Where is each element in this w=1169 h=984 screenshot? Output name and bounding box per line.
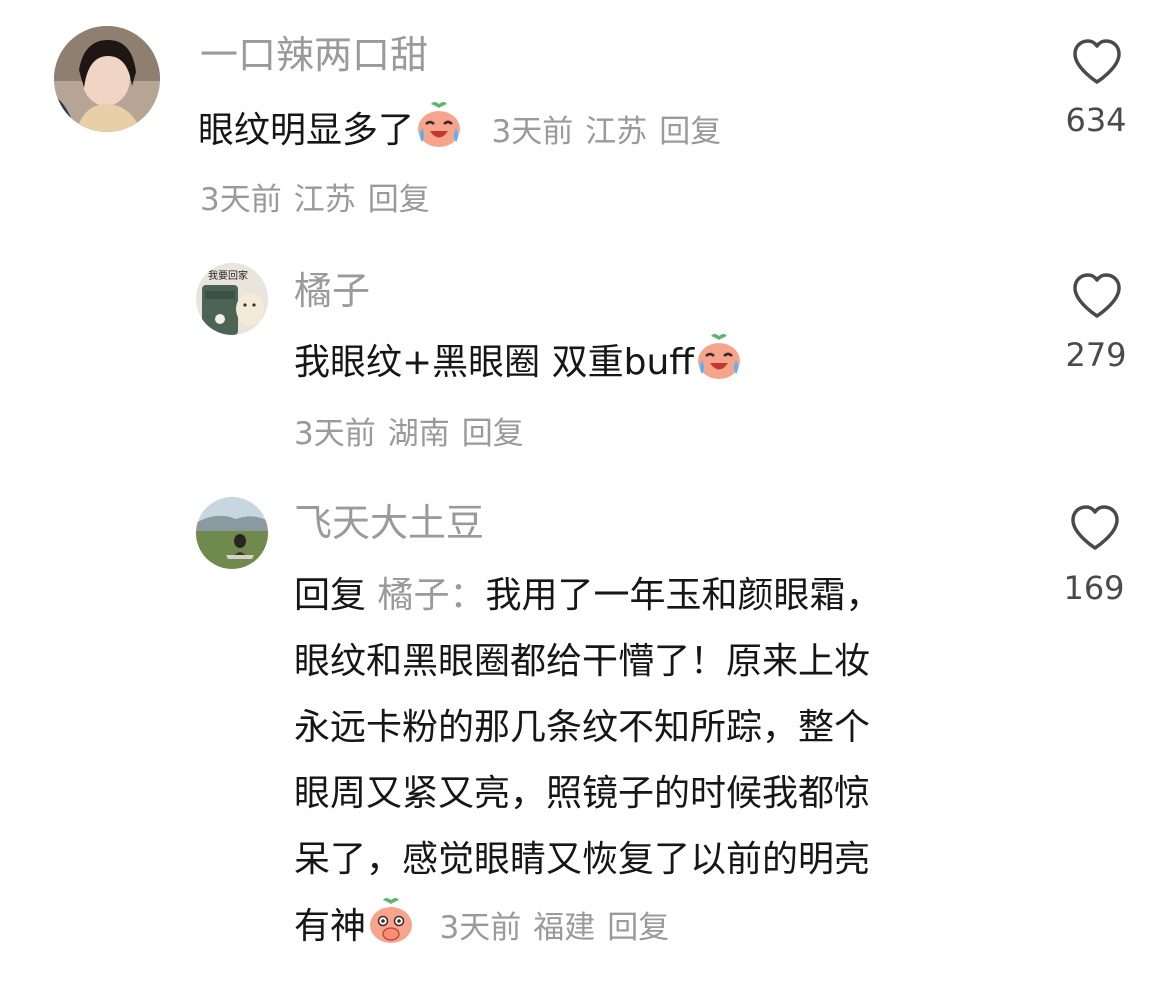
comment-text-line: 永远卡粉的那几条纹不知所踪，整个 (294, 707, 871, 748)
comment-text: 眼纹明显多了 (198, 110, 415, 151)
location: 湖南 (387, 416, 450, 452)
username[interactable]: 一口辣两口甜 (200, 36, 428, 74)
comment-meta: 3天前 福建 回复 (439, 910, 681, 946)
comment-text-row: 我眼纹+黑眼圈 双重buff (294, 332, 744, 385)
comment-text-line: 眼周又紧又亮，照镜子的时候我都惊 (294, 773, 871, 814)
heart-icon[interactable] (1071, 38, 1123, 86)
comment-text-line: 我用了一年玉和颜眼霜， (485, 575, 882, 616)
comment-text-line: 有神 (294, 906, 367, 947)
reply-line: 回复 橘子：我用了一年玉和颜眼霜， (294, 566, 882, 618)
inline-meta: 3天前 江苏 回复 (491, 114, 733, 150)
timestamp: 3天前 (439, 910, 522, 946)
comment-text-line: 眼纹和黑眼圈都给干懵了！原来上妆 (294, 641, 871, 682)
crying-laugh-peach-emoji (698, 334, 741, 379)
shy-peach-emoji (370, 898, 413, 943)
avatar-photo (54, 26, 160, 132)
crying-laugh-peach-emoji (418, 102, 461, 147)
reply-button[interactable]: 回复 (368, 182, 430, 218)
heart-icon[interactable] (1069, 504, 1121, 552)
username[interactable]: 飞天大土豆 (294, 504, 484, 542)
timestamp: 3天前 (200, 182, 282, 218)
like-count: 169 (1063, 569, 1125, 607)
reply-label: 回复 (294, 575, 367, 616)
location: 江苏 (293, 182, 356, 218)
username[interactable]: 橘子 (294, 272, 370, 310)
comment-text-row: 眼纹明显多了 3天前 江苏 回复 (198, 100, 733, 153)
comment-meta: 3天前 湖南 回复 (294, 408, 536, 453)
reply-button[interactable]: 回复 (607, 910, 669, 946)
like-count: 634 (1065, 101, 1127, 139)
like-count: 279 (1065, 336, 1127, 374)
heart-icon[interactable] (1071, 272, 1123, 320)
avatar-photo: 我要回家 (196, 263, 268, 335)
avatar[interactable]: 我要回家 (196, 263, 268, 335)
comment-text-line: 呆了，感觉眼睛又恢复了以前的明亮 (294, 839, 871, 880)
comment-text: 我眼纹+黑眼圈 双重buff (294, 342, 695, 383)
avatar[interactable] (54, 26, 160, 132)
reply-button[interactable]: 回复 (659, 114, 721, 150)
location: 江苏 (585, 114, 648, 150)
timestamp: 3天前 (294, 416, 376, 452)
timestamp: 3天前 (491, 114, 574, 150)
comment-last-row: 有神 3天前 福建 回复 (294, 896, 681, 949)
comment-meta: 3天前 江苏 回复 (200, 174, 442, 219)
avatar-photo (196, 497, 268, 569)
avatar-caption: 我要回家 (208, 269, 248, 282)
reply-target[interactable]: 橘子： (377, 575, 485, 616)
reply-button[interactable]: 回复 (462, 416, 524, 452)
avatar[interactable] (196, 497, 268, 569)
location: 福建 (533, 910, 596, 946)
